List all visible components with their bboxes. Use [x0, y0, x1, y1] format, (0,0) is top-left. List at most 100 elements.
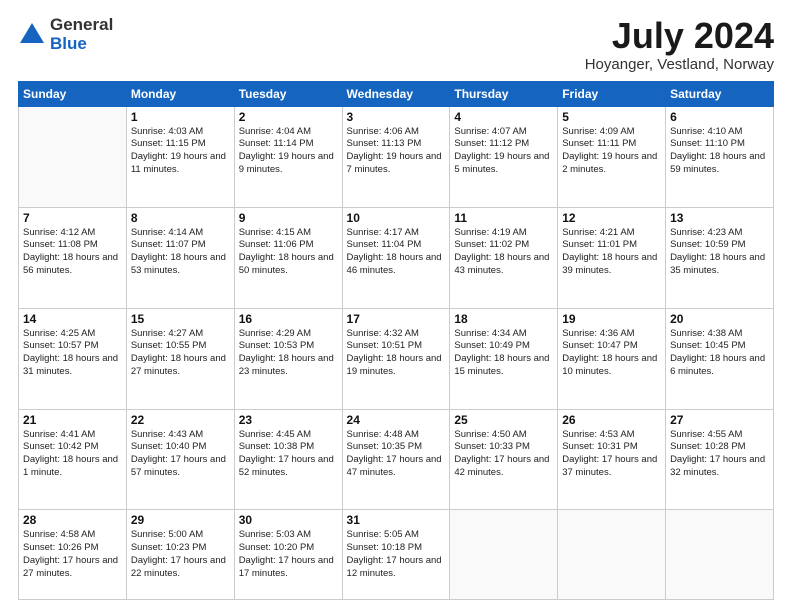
day-number: 17	[347, 312, 446, 326]
calendar-week-row: 14Sunrise: 4:25 AM Sunset: 10:57 PM Dayl…	[19, 308, 774, 409]
calendar-day-cell	[19, 106, 127, 207]
day-info: Sunrise: 4:17 AM Sunset: 11:04 PM Daylig…	[347, 227, 446, 278]
day-info: Sunrise: 4:15 AM Sunset: 11:06 PM Daylig…	[239, 227, 338, 278]
calendar-day-cell: 13 Sunrise: 4:23 AM Sunset: 10:59 PM Dayl…	[666, 207, 774, 308]
calendar-day-cell: 18 Sunrise: 4:34 AM Sunset: 10:49 PM Dayl…	[450, 308, 558, 409]
page: General Blue July 2024 Hoyanger, Vestlan…	[0, 0, 792, 612]
day-number: 2	[239, 110, 338, 124]
day-number: 7	[23, 211, 122, 225]
day-info: Sunrise: 5:03 AM Sunset: 10:20 PM Daylig…	[239, 529, 338, 580]
weekday-header: Sunday	[19, 81, 127, 106]
subtitle: Hoyanger, Vestland, Norway	[585, 56, 774, 73]
day-info: Sunrise: 4:34 AM Sunset: 10:49 PM Daylig…	[454, 328, 553, 379]
day-info: Sunrise: 4:41 AM Sunset: 10:42 PM Daylig…	[23, 429, 122, 480]
day-number: 6	[670, 110, 769, 124]
day-number: 4	[454, 110, 553, 124]
calendar-day-cell: 20Sunrise: 4:38 AM Sunset: 10:45 PM Dayl…	[666, 308, 774, 409]
calendar-day-cell: 8 Sunrise: 4:14 AM Sunset: 11:07 PM Dayli…	[126, 207, 234, 308]
day-info: Sunrise: 4:48 AM Sunset: 10:35 PM Daylig…	[347, 429, 446, 480]
day-number: 29	[131, 513, 230, 527]
day-number: 30	[239, 513, 338, 527]
calendar-day-cell: 14Sunrise: 4:25 AM Sunset: 10:57 PM Dayl…	[19, 308, 127, 409]
calendar-day-cell: 10 Sunrise: 4:17 AM Sunset: 11:04 PM Dayl…	[342, 207, 450, 308]
day-number: 5	[562, 110, 661, 124]
logo-blue: Blue	[50, 35, 113, 54]
day-info: Sunrise: 4:55 AM Sunset: 10:28 PM Daylig…	[670, 429, 769, 480]
day-number: 8	[131, 211, 230, 225]
day-info: Sunrise: 4:10 AM Sunset: 11:10 PM Daylig…	[670, 126, 769, 177]
day-info: Sunrise: 4:36 AM Sunset: 10:47 PM Daylig…	[562, 328, 661, 379]
calendar-day-cell: 19 Sunrise: 4:36 AM Sunset: 10:47 PM Dayl…	[558, 308, 666, 409]
calendar-day-cell	[558, 510, 666, 600]
calendar-day-cell	[450, 510, 558, 600]
calendar-day-cell: 4 Sunrise: 4:07 AM Sunset: 11:12 PM Dayli…	[450, 106, 558, 207]
calendar-day-cell: 9 Sunrise: 4:15 AM Sunset: 11:06 PM Dayli…	[234, 207, 342, 308]
day-number: 24	[347, 413, 446, 427]
day-number: 14	[23, 312, 122, 326]
day-number: 9	[239, 211, 338, 225]
day-number: 22	[131, 413, 230, 427]
day-info: Sunrise: 4:50 AM Sunset: 10:33 PM Daylig…	[454, 429, 553, 480]
calendar-day-cell: 22Sunrise: 4:43 AM Sunset: 10:40 PM Dayl…	[126, 409, 234, 510]
calendar-table: SundayMondayTuesdayWednesdayThursdayFrid…	[18, 81, 774, 600]
day-number: 18	[454, 312, 553, 326]
day-number: 20	[670, 312, 769, 326]
day-number: 15	[131, 312, 230, 326]
calendar-header-row: SundayMondayTuesdayWednesdayThursdayFrid…	[19, 81, 774, 106]
calendar-day-cell: 28Sunrise: 4:58 AM Sunset: 10:26 PM Dayl…	[19, 510, 127, 600]
calendar-day-cell: 15 Sunrise: 4:27 AM Sunset: 10:55 PM Dayl…	[126, 308, 234, 409]
day-number: 11	[454, 211, 553, 225]
day-number: 21	[23, 413, 122, 427]
day-info: Sunrise: 5:00 AM Sunset: 10:23 PM Daylig…	[131, 529, 230, 580]
main-title: July 2024	[585, 16, 774, 56]
day-info: Sunrise: 4:58 AM Sunset: 10:26 PM Daylig…	[23, 529, 122, 580]
day-info: Sunrise: 4:14 AM Sunset: 11:07 PM Daylig…	[131, 227, 230, 278]
day-info: Sunrise: 5:05 AM Sunset: 10:18 PM Daylig…	[347, 529, 446, 580]
calendar-day-cell: 24 Sunrise: 4:48 AM Sunset: 10:35 PM Dayl…	[342, 409, 450, 510]
calendar-day-cell: 3Sunrise: 4:06 AM Sunset: 11:13 PM Dayli…	[342, 106, 450, 207]
day-number: 12	[562, 211, 661, 225]
day-info: Sunrise: 4:07 AM Sunset: 11:12 PM Daylig…	[454, 126, 553, 177]
weekday-header: Saturday	[666, 81, 774, 106]
day-number: 26	[562, 413, 661, 427]
day-info: Sunrise: 4:09 AM Sunset: 11:11 PM Daylig…	[562, 126, 661, 177]
calendar-day-cell: 23Sunrise: 4:45 AM Sunset: 10:38 PM Dayl…	[234, 409, 342, 510]
calendar-week-row: 7 Sunrise: 4:12 AM Sunset: 11:08 PM Dayli…	[19, 207, 774, 308]
day-info: Sunrise: 4:21 AM Sunset: 11:01 PM Daylig…	[562, 227, 661, 278]
weekday-header: Thursday	[450, 81, 558, 106]
calendar-day-cell: 26 Sunrise: 4:53 AM Sunset: 10:31 PM Dayl…	[558, 409, 666, 510]
weekday-header: Wednesday	[342, 81, 450, 106]
calendar-day-cell: 1Sunrise: 4:03 AM Sunset: 11:15 PM Dayli…	[126, 106, 234, 207]
day-info: Sunrise: 4:32 AM Sunset: 10:51 PM Daylig…	[347, 328, 446, 379]
calendar-day-cell: 2 Sunrise: 4:04 AM Sunset: 11:14 PM Dayli…	[234, 106, 342, 207]
calendar-day-cell: 12 Sunrise: 4:21 AM Sunset: 11:01 PM Dayl…	[558, 207, 666, 308]
calendar-day-cell: 16Sunrise: 4:29 AM Sunset: 10:53 PM Dayl…	[234, 308, 342, 409]
day-info: Sunrise: 4:19 AM Sunset: 11:02 PM Daylig…	[454, 227, 553, 278]
calendar-day-cell: 29 Sunrise: 5:00 AM Sunset: 10:23 PM Dayl…	[126, 510, 234, 600]
calendar-day-cell: 17 Sunrise: 4:32 AM Sunset: 10:51 PM Dayl…	[342, 308, 450, 409]
day-number: 10	[347, 211, 446, 225]
title-block: July 2024 Hoyanger, Vestland, Norway	[585, 16, 774, 73]
day-number: 27	[670, 413, 769, 427]
logo-general: General	[50, 16, 113, 35]
calendar-day-cell: 25Sunrise: 4:50 AM Sunset: 10:33 PM Dayl…	[450, 409, 558, 510]
calendar-day-cell	[666, 510, 774, 600]
day-info: Sunrise: 4:23 AM Sunset: 10:59 PM Daylig…	[670, 227, 769, 278]
calendar-day-cell: 11 Sunrise: 4:19 AM Sunset: 11:02 PM Dayl…	[450, 207, 558, 308]
calendar-day-cell: 6 Sunrise: 4:10 AM Sunset: 11:10 PM Dayli…	[666, 106, 774, 207]
calendar-day-cell: 30 Sunrise: 5:03 AM Sunset: 10:20 PM Dayl…	[234, 510, 342, 600]
calendar-day-cell: 21 Sunrise: 4:41 AM Sunset: 10:42 PM Dayl…	[19, 409, 127, 510]
day-info: Sunrise: 4:06 AM Sunset: 11:13 PM Daylig…	[347, 126, 446, 177]
day-info: Sunrise: 4:04 AM Sunset: 11:14 PM Daylig…	[239, 126, 338, 177]
day-info: Sunrise: 4:27 AM Sunset: 10:55 PM Daylig…	[131, 328, 230, 379]
weekday-header: Monday	[126, 81, 234, 106]
day-number: 16	[239, 312, 338, 326]
weekday-header: Friday	[558, 81, 666, 106]
day-info: Sunrise: 4:12 AM Sunset: 11:08 PM Daylig…	[23, 227, 122, 278]
day-info: Sunrise: 4:53 AM Sunset: 10:31 PM Daylig…	[562, 429, 661, 480]
calendar-week-row: 1Sunrise: 4:03 AM Sunset: 11:15 PM Dayli…	[19, 106, 774, 207]
weekday-header: Tuesday	[234, 81, 342, 106]
day-number: 19	[562, 312, 661, 326]
day-number: 13	[670, 211, 769, 225]
calendar-day-cell: 27 Sunrise: 4:55 AM Sunset: 10:28 PM Dayl…	[666, 409, 774, 510]
